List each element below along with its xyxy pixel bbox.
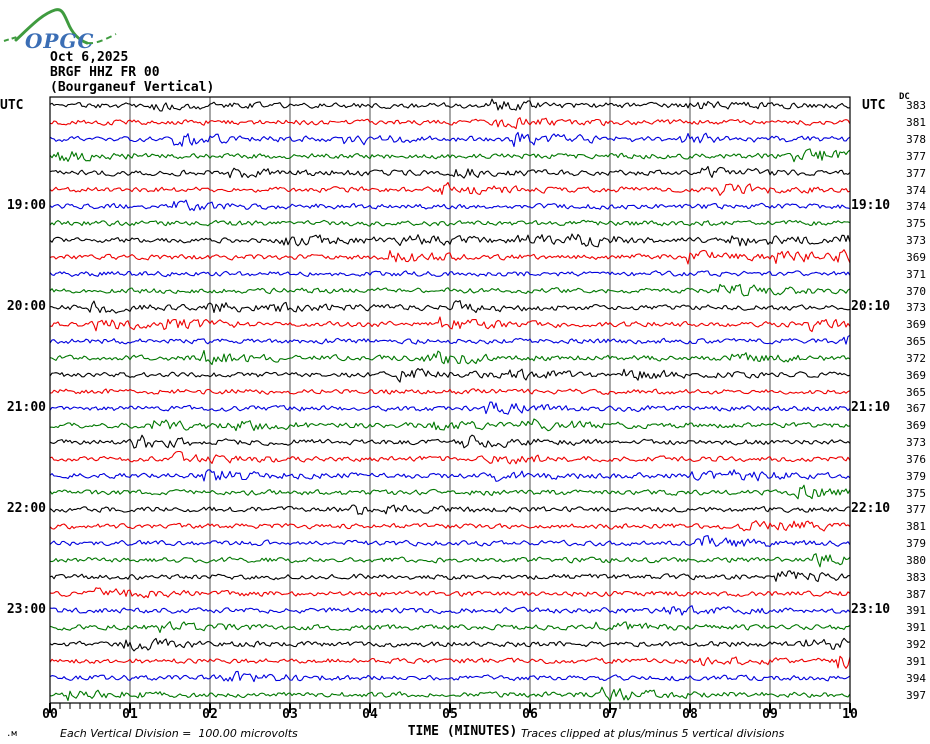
dc-value: 365	[906, 385, 926, 399]
dc-value: 381	[906, 520, 926, 534]
dc-value: 375	[906, 486, 926, 500]
dc-value: 369	[906, 318, 926, 332]
time-label-right: 21:10	[851, 400, 891, 416]
time-label-left: 23:00	[6, 602, 46, 618]
dc-value: 391	[906, 621, 926, 635]
x-tick-label: 09	[762, 707, 778, 722]
time-label-right: 19:10	[851, 198, 891, 214]
time-label-left: 22:00	[6, 501, 46, 517]
dc-value: 369	[906, 368, 926, 382]
time-label-left: 21:00	[6, 400, 46, 416]
dc-value: 373	[906, 301, 926, 315]
microvolt-scale-marker: .м	[6, 729, 17, 739]
x-axis-title: TIME (MINUTES)	[407, 724, 518, 739]
dc-value: 369	[906, 419, 926, 433]
dc-value: 367	[906, 402, 926, 416]
time-label-left: 20:00	[6, 299, 46, 315]
time-label-right: 23:10	[851, 602, 891, 618]
dc-value: 376	[906, 452, 926, 466]
dc-value: 374	[906, 183, 926, 197]
dc-value: 391	[906, 604, 926, 618]
x-tick-label: 01	[122, 707, 138, 722]
x-tick-label: 04	[362, 707, 378, 722]
dc-value: 371	[906, 267, 926, 281]
x-tick-label: 07	[602, 707, 618, 722]
dc-value: 387	[906, 587, 926, 601]
x-tick-label: 10	[842, 707, 858, 722]
dc-value: 365	[906, 335, 926, 349]
dc-value: 383	[906, 570, 926, 584]
x-tick-label: 03	[282, 707, 298, 722]
dc-value: 379	[906, 537, 926, 551]
dc-value: 374	[906, 200, 926, 214]
dc-value: 372	[906, 351, 926, 365]
x-tick-label: 00	[42, 707, 58, 722]
dc-value: 380	[906, 553, 926, 567]
time-label-right: 22:10	[851, 501, 891, 517]
clip-note: Traces clipped at plus/minus 5 vertical …	[521, 727, 785, 740]
x-tick-label: 05	[442, 707, 458, 722]
x-tick-label: 08	[682, 707, 698, 722]
dc-value: 397	[906, 688, 926, 702]
dc-value: 375	[906, 217, 926, 231]
dc-value: 383	[906, 99, 926, 113]
time-label-right: 20:10	[851, 299, 891, 315]
x-tick-label: 06	[522, 707, 538, 722]
helicorder-plot	[49, 96, 851, 713]
x-tick-label: 02	[202, 707, 218, 722]
dc-value: 381	[906, 116, 926, 130]
time-label-left: 19:00	[6, 198, 46, 214]
dc-value: 378	[906, 133, 926, 147]
dc-value: 369	[906, 250, 926, 264]
dc-value: 394	[906, 671, 926, 685]
dc-value: 391	[906, 654, 926, 668]
dc-value: 370	[906, 284, 926, 298]
helicorder-page: OPGC Oct 6,2025 BRGF HHZ FR 00 (Bourgane…	[0, 0, 930, 744]
dc-value: 392	[906, 638, 926, 652]
dc-value: 377	[906, 166, 926, 180]
dc-value: 373	[906, 234, 926, 248]
dc-value: 377	[906, 503, 926, 517]
scale-note: Each Vertical Division = 100.00 microvol…	[60, 727, 298, 740]
dc-value: 377	[906, 149, 926, 163]
dc-value: 373	[906, 436, 926, 450]
dc-value: 379	[906, 469, 926, 483]
